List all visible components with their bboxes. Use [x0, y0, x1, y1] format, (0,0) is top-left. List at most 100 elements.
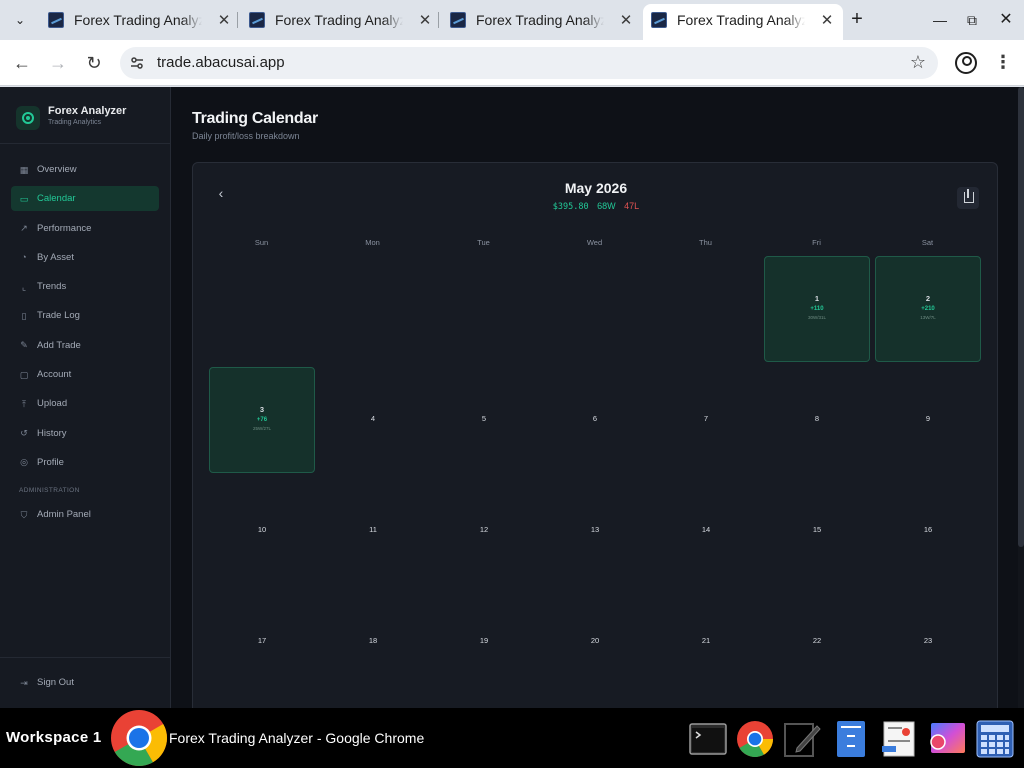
minimize-icon[interactable]: — — [930, 10, 950, 30]
day-number: 9 — [925, 414, 931, 423]
day-number: 13 — [590, 525, 600, 534]
new-tab-button[interactable]: + — [846, 9, 868, 31]
tab-close-icon[interactable]: ✕ — [819, 11, 835, 29]
month-stats: $395.80 68W 47L — [193, 201, 999, 212]
sidebar-item-performance[interactable]: ↗ Performance — [11, 216, 159, 241]
admin-nav: ⛉ Admin Panel — [11, 502, 159, 531]
calendar-day[interactable]: 4 — [320, 367, 426, 473]
history-icon: ↺ — [20, 428, 28, 439]
calendar-day[interactable]: 9 — [875, 367, 981, 473]
image-viewer-icon[interactable] — [928, 720, 966, 758]
calendar-day-with-trades[interactable]: 3 +76 25W/27L — [209, 367, 315, 473]
brand-name: Forex Analyzer — [48, 105, 127, 117]
calendar-day[interactable]: 12 — [431, 478, 537, 584]
calendar-day[interactable]: 17 — [209, 589, 315, 695]
terminal-icon[interactable] — [689, 720, 727, 758]
reload-icon[interactable]: ↻ — [82, 51, 106, 75]
browser-tabstrip: ⌄ Forex Trading Analyzer ✕ Forex Trading… — [0, 0, 1024, 40]
calendar-day[interactable]: 13 — [542, 478, 648, 584]
active-window-title[interactable]: Forex Trading Analyzer - Google Chrome — [169, 730, 424, 746]
page-title: Trading Calendar — [192, 110, 318, 127]
sidebar-item-profile[interactable]: ◎ Profile — [11, 450, 159, 475]
sidebar-item-label: Add Trade — [37, 339, 81, 351]
sidebar-item-add-trade[interactable]: ✎ Add Trade — [11, 333, 159, 358]
browser-tab-2[interactable]: Forex Trading Analyzer ✕ — [241, 6, 441, 34]
sidebar-item-calendar[interactable]: ▭ Calendar — [11, 186, 159, 212]
scroll-thumb[interactable] — [1018, 87, 1024, 547]
tab-search-icon[interactable]: ⌄ — [8, 8, 32, 32]
browser-tab-1[interactable]: Forex Trading Analyzer ✕ — [40, 6, 240, 34]
chrome-icon[interactable] — [110, 708, 168, 768]
browser-tab-active[interactable]: Forex Trading Analyzer ✕ — [643, 4, 843, 40]
forward-arrow-icon[interactable]: → — [46, 51, 70, 75]
calendar-day[interactable]: 11 — [320, 478, 426, 584]
sidebar-item-label: Performance — [37, 222, 92, 234]
favicon-icon — [651, 12, 667, 28]
sidebar-item-admin-panel[interactable]: ⛉ Admin Panel — [11, 502, 159, 527]
calendar-day[interactable]: 23 — [875, 589, 981, 695]
tab-close-icon[interactable]: ✕ — [216, 11, 232, 29]
workspace-label[interactable]: Workspace 1 — [6, 729, 102, 746]
bookmark-star-icon[interactable]: ☆ — [910, 52, 926, 73]
browser-tab-3[interactable]: Forex Trading Analyzer ✕ — [442, 6, 642, 34]
window-close-icon[interactable]: ✕ — [996, 10, 1016, 30]
calendar-day[interactable]: 5 — [431, 367, 537, 473]
calendar-day[interactable]: 15 — [764, 478, 870, 584]
calendar-day[interactable]: 6 — [542, 367, 648, 473]
kebab-menu-icon[interactable]: ⋮ — [994, 51, 1012, 75]
address-bar[interactable]: trade.abacusai.app ☆ — [120, 47, 938, 79]
chrome-launcher-icon[interactable] — [736, 720, 774, 758]
calendar-day[interactable]: 14 — [653, 478, 759, 584]
brand[interactable]: Forex Analyzer Trading Analytics — [16, 103, 126, 133]
document-viewer-icon[interactable] — [880, 720, 918, 758]
tab-title: Forex Trading Analyzer — [677, 12, 805, 28]
sidebar-item-upload[interactable]: ⤒ Upload — [11, 391, 159, 416]
tab-close-icon[interactable]: ✕ — [417, 11, 433, 29]
file-manager-icon[interactable] — [832, 720, 870, 758]
month-title: May 2026 — [564, 180, 628, 196]
export-button[interactable] — [957, 187, 979, 209]
day-number: 16 — [923, 525, 933, 534]
text-editor-icon[interactable] — [783, 720, 821, 758]
calendar-day[interactable]: 19 — [431, 589, 537, 695]
sidebar-item-by-asset[interactable]: ◔ By Asset — [11, 245, 159, 270]
trend-up-icon: ↗ — [20, 223, 28, 234]
day-number: 11 — [369, 525, 377, 534]
calendar-day[interactable]: 10 — [209, 478, 315, 584]
day-number: 8 — [814, 414, 820, 423]
calendar-day[interactable]: 16 — [875, 478, 981, 584]
signout-wrap: ⇥ Sign Out — [11, 670, 159, 699]
weekday-header: Sun — [254, 238, 269, 247]
target-logo-icon — [16, 106, 40, 130]
calculator-icon[interactable] — [976, 720, 1014, 758]
tab-close-icon[interactable]: ✕ — [618, 11, 634, 29]
calendar-day[interactable]: 22 — [764, 589, 870, 695]
calendar-day[interactable]: 21 — [653, 589, 759, 695]
sidebar-item-trends[interactable]: ⌞ Trends — [11, 274, 159, 299]
month-losses: 47L — [624, 201, 640, 211]
tab-title: Forex Trading Analyzer — [476, 12, 604, 28]
calendar-day[interactable]: 18 — [320, 589, 426, 695]
pencil-icon: ✎ — [20, 340, 28, 351]
sidebar-item-label: Calendar — [37, 193, 76, 205]
back-arrow-icon[interactable]: ← — [10, 51, 34, 75]
sidebar: Forex Analyzer Trading Analytics ▦ Overv… — [0, 87, 171, 708]
sidebar-item-history[interactable]: ↺ History — [11, 421, 159, 446]
calendar-day[interactable]: 8 — [764, 367, 870, 473]
calendar-day[interactable]: 7 — [653, 367, 759, 473]
logout-icon: ⇥ — [20, 677, 28, 688]
site-info-icon[interactable] — [129, 55, 145, 71]
restore-icon[interactable]: ⧉ — [962, 10, 982, 30]
sidebar-item-account[interactable]: ▢ Account — [11, 362, 159, 387]
scrollbar[interactable] — [1018, 87, 1024, 708]
day-number: 2 — [925, 294, 931, 303]
calendar-day-with-trades[interactable]: 2 +210 13W/7L — [875, 256, 981, 362]
calendar-day[interactable]: 20 — [542, 589, 648, 695]
profile-icon[interactable] — [955, 52, 977, 74]
sign-out-button[interactable]: ⇥ Sign Out — [11, 670, 159, 695]
day-number: 15 — [812, 525, 822, 534]
sidebar-item-trade-log[interactable]: ▯ Trade Log — [11, 303, 159, 328]
calendar-day-with-trades[interactable]: 1 +110 30W/31L — [764, 256, 870, 362]
weekday-header: Wed — [586, 238, 603, 247]
sidebar-item-overview[interactable]: ▦ Overview — [11, 157, 159, 182]
